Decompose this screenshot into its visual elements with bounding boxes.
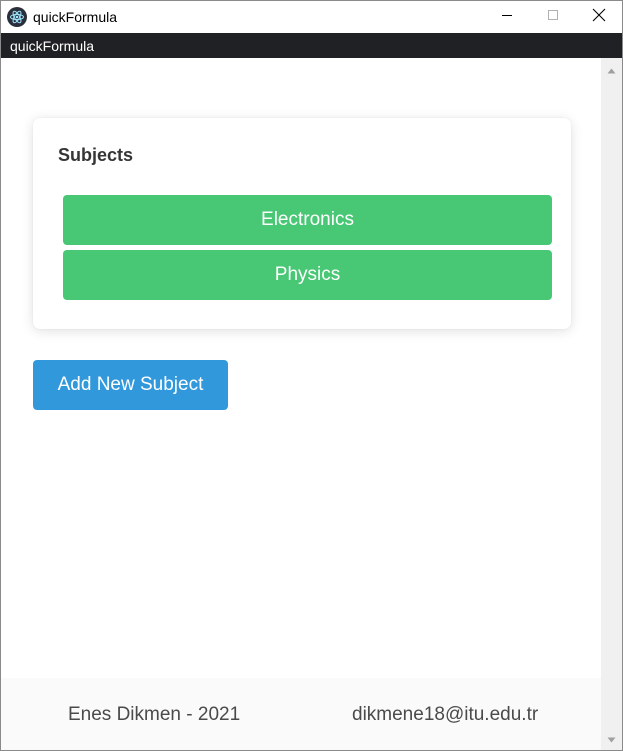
menu-bar-title: quickFormula — [10, 37, 95, 54]
scroll-down-button[interactable] — [601, 730, 622, 747]
minimize-icon — [501, 8, 513, 26]
subject-button-physics[interactable]: Physics — [63, 250, 552, 300]
maximize-button[interactable] — [530, 1, 576, 33]
electron-app-icon — [7, 7, 27, 27]
close-button[interactable] — [576, 1, 622, 33]
subject-button-electronics[interactable]: Electronics — [63, 195, 552, 245]
footer: Enes Dikmen - 2021 dikmene18@itu.edu.tr — [1, 678, 601, 750]
window-controls — [484, 1, 622, 33]
footer-email: dikmene18@itu.edu.tr — [352, 704, 539, 725]
app-window: quickFormula quickFormula Subjects Elect… — [0, 0, 623, 751]
minimize-button[interactable] — [484, 1, 530, 33]
subjects-card-title: Subjects — [58, 145, 134, 165]
add-new-subject-button[interactable]: Add New Subject — [33, 360, 228, 410]
menu-bar[interactable]: quickFormula — [1, 33, 622, 58]
scroll-down-arrow-icon — [607, 730, 616, 748]
close-icon — [592, 8, 606, 27]
scroll-up-arrow-icon — [607, 61, 616, 79]
vertical-scrollbar[interactable] — [601, 58, 622, 750]
window-title: quickFormula — [33, 9, 118, 25]
maximize-icon — [547, 8, 559, 26]
subjects-card: Subjects Electronics Physics — [33, 118, 571, 329]
footer-author: Enes Dikmen - 2021 — [68, 704, 241, 725]
title-bar[interactable]: quickFormula — [1, 1, 622, 33]
main-content: Subjects Electronics Physics Add New Sub… — [1, 58, 601, 750]
scroll-up-button[interactable] — [601, 61, 622, 78]
